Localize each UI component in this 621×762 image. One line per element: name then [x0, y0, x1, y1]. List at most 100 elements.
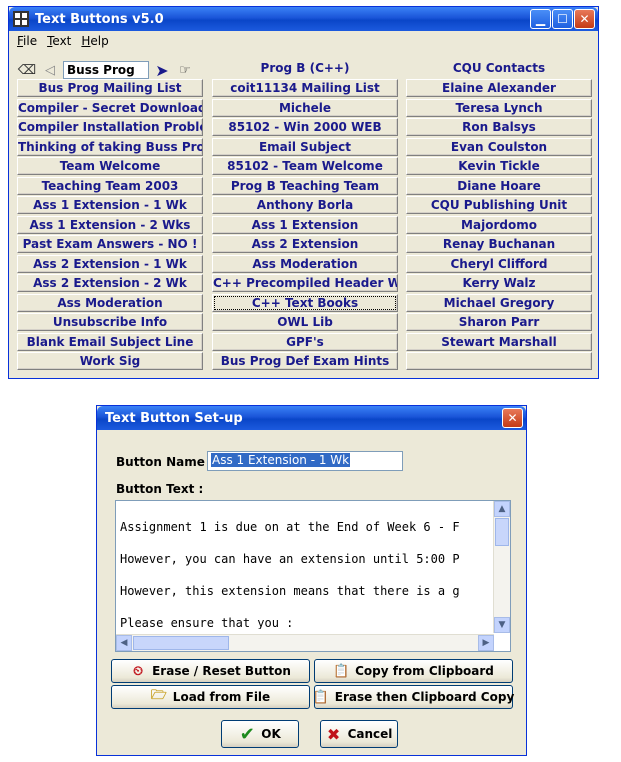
text-line: Assignment 1 is due on at the End of Wee…	[120, 520, 460, 534]
toolbar: ⌫ ◁ Buss Prog ➤ ☞	[17, 60, 195, 80]
reset-clock-icon: ⏲	[133, 663, 144, 679]
text-button[interactable]: coit11134 Mailing List	[212, 79, 398, 97]
eraser-icon[interactable]: ⌫	[17, 61, 37, 80]
app-icon	[13, 11, 29, 27]
load-file-button[interactable]: 🗁 Load from File	[111, 685, 310, 709]
dialog-titlebar[interactable]: Text Button Set-up ✕	[97, 406, 526, 430]
text-button[interactable]: Ass 1 Extension - 1 Wk	[17, 196, 203, 214]
column-header-prog-b: Prog B (C++)	[260, 61, 350, 75]
text-button[interactable]: Elaine Alexander	[406, 79, 592, 97]
text-button[interactable]: Kerry Walz	[406, 274, 592, 292]
text-button[interactable]: Teresa Lynch	[406, 98, 592, 117]
scroll-right-icon[interactable]: ▶	[478, 635, 494, 651]
text-button[interactable]: Work Sig	[17, 352, 203, 370]
menu-help[interactable]: Help	[76, 34, 113, 48]
text-button[interactable]: Michele	[212, 98, 398, 117]
dialog-close-button[interactable]: ✕	[502, 408, 523, 428]
erase-then-copy-button[interactable]: 📋 Erase then Clipboard Copy	[312, 685, 514, 709]
vertical-scroll-thumb[interactable]	[495, 518, 509, 546]
close-icon: ✕	[579, 12, 590, 26]
text-button[interactable]: Bus Prog Def Exam Hints	[212, 352, 398, 370]
text-button[interactable]: Stewart Marshall	[406, 332, 592, 351]
minimize-button[interactable]: ▁	[530, 9, 551, 29]
text-button[interactable]: Bus Prog Mailing List	[17, 79, 203, 97]
menu-text[interactable]: Text	[42, 34, 76, 48]
maximize-icon: ☐	[557, 12, 568, 26]
main-window: Text Buttons v5.0 ▁ ☐ ✕ File Text Help ⌫…	[8, 6, 599, 379]
cancel-button[interactable]: ✖ Cancel	[320, 720, 398, 748]
text-button[interactable]: Sharon Parr	[406, 313, 592, 331]
text-button[interactable]: Compiler - Secret Download	[17, 98, 203, 117]
text-button[interactable]: Diane Hoare	[406, 176, 592, 195]
main-titlebar[interactable]: Text Buttons v5.0 ▁ ☐ ✕	[9, 7, 598, 31]
text-line: However, you can have an extension until…	[120, 552, 460, 566]
text-button[interactable]: Ron Balsys	[406, 118, 592, 136]
text-button[interactable]: 85102 - Team Welcome	[212, 157, 398, 175]
text-button[interactable]: Michael Gregory	[406, 293, 592, 312]
text-button[interactable]: Compiler Installation Problems	[17, 118, 203, 136]
text-button[interactable]: Ass 2 Extension	[212, 235, 398, 253]
main-window-title: Text Buttons v5.0	[35, 11, 164, 27]
column-header-cqu-contacts: CQU Contacts	[452, 61, 546, 75]
text-button[interactable]: Kevin Tickle	[406, 157, 592, 175]
text-button[interactable]: Ass 2 Extension - 1 Wk	[17, 254, 203, 273]
text-button[interactable]: Cheryl Clifford	[406, 254, 592, 273]
back-arrow-icon[interactable]: ◁	[40, 61, 60, 80]
text-button[interactable]: Thinking of taking Buss Prog	[17, 137, 203, 156]
text-line: Please ensure that you :	[120, 616, 294, 629]
copy-clipboard-button[interactable]: 📋 Copy from Clipboard	[314, 659, 513, 683]
text-button[interactable]: Evan Coulston	[406, 137, 592, 156]
text-button[interactable]: Team Welcome	[17, 157, 203, 175]
forward-arrow-icon[interactable]: ➤	[152, 61, 172, 80]
text-button[interactable]: Unsubscribe Info	[17, 313, 203, 331]
text-line: However, this extension means that there…	[120, 584, 460, 598]
button-name-label: Button Name :	[116, 455, 214, 469]
text-button[interactable]	[406, 352, 592, 370]
horizontal-scrollbar[interactable]: ◀ ▶	[116, 634, 494, 651]
folder-icon: 🗁	[150, 688, 167, 703]
menubar: File Text Help	[12, 32, 114, 50]
text-button[interactable]: Ass Moderation	[212, 254, 398, 273]
close-icon: ✕	[507, 411, 518, 425]
pointing-hand-icon[interactable]: ☞	[175, 61, 195, 80]
text-button[interactable]: GPF's	[212, 332, 398, 351]
text-button[interactable]: Anthony Borla	[212, 196, 398, 214]
maximize-button[interactable]: ☐	[552, 9, 573, 29]
text-button[interactable]: Prog B Teaching Team	[212, 176, 398, 195]
horizontal-scroll-thumb[interactable]	[133, 636, 229, 650]
button-name-value: Ass 1 Extension - 1 Wk	[211, 453, 351, 467]
clipboard-paste-icon: 📋	[312, 689, 329, 705]
text-button[interactable]: Ass 2 Extension - 2 Wk	[17, 274, 203, 292]
menu-file[interactable]: File	[12, 34, 42, 48]
button-text-area[interactable]: Assignment 1 is due on at the End of Wee…	[115, 500, 511, 652]
scroll-down-icon[interactable]: ▼	[494, 617, 510, 633]
checkmark-icon: ✔	[239, 723, 255, 745]
text-button[interactable]: Blank Email Subject Line	[17, 332, 203, 351]
tab-name-input[interactable]: Buss Prog	[63, 61, 149, 79]
text-button[interactable]: Ass 1 Extension	[212, 215, 398, 234]
text-button[interactable]: Past Exam Answers - NO !	[17, 235, 203, 253]
text-button[interactable]: Majordomo	[406, 215, 592, 234]
scroll-up-icon[interactable]: ▲	[494, 501, 510, 517]
cancel-x-icon: ✖	[326, 724, 341, 744]
vertical-scrollbar[interactable]: ▲ ▼	[493, 501, 510, 633]
text-button[interactable]: Ass Moderation	[17, 293, 203, 312]
text-button[interactable]: Email Subject	[212, 137, 398, 156]
text-button[interactable]: C++ Precompiled Header Warning	[212, 274, 398, 292]
text-button[interactable]: CQU Publishing Unit	[406, 196, 592, 214]
button-text-content: Assignment 1 is due on at the End of Wee…	[120, 511, 494, 629]
text-button[interactable]: C++ Text Books	[212, 293, 398, 312]
text-button[interactable]: OWL Lib	[212, 313, 398, 331]
button-name-field[interactable]: Ass 1 Extension - 1 Wk	[207, 451, 403, 471]
text-button[interactable]: Teaching Team 2003	[17, 176, 203, 195]
text-button[interactable]: 85102 - Win 2000 WEB	[212, 118, 398, 136]
text-button[interactable]: Renay Buchanan	[406, 235, 592, 253]
clipboard-icon: 📋	[333, 663, 350, 679]
text-button[interactable]: Ass 1 Extension - 2 Wks	[17, 215, 203, 234]
button-text-label: Button Text :	[116, 482, 204, 496]
erase-reset-button[interactable]: ⏲ Erase / Reset Button	[111, 659, 310, 683]
dialog-title: Text Button Set-up	[105, 410, 243, 426]
ok-button[interactable]: ✔ OK	[221, 720, 299, 748]
close-button[interactable]: ✕	[574, 9, 595, 29]
scroll-left-icon[interactable]: ◀	[116, 635, 132, 651]
